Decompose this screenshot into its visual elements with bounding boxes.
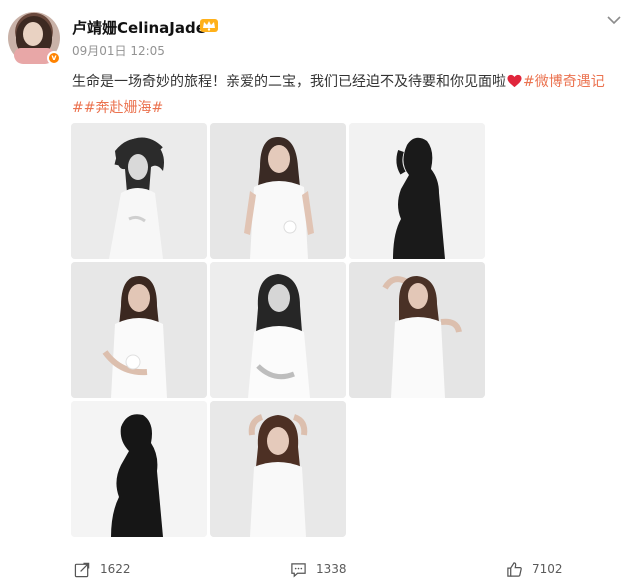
chevron-down-icon[interactable] bbox=[606, 14, 622, 26]
photo-thumbnail[interactable] bbox=[210, 262, 346, 398]
photo-thumbnail[interactable] bbox=[210, 401, 346, 537]
share-button[interactable]: 1622 bbox=[74, 556, 131, 582]
post-body-text: 生命是一场奇妙的旅程！亲爱的二宝，我们已经迫不及待要和你见面啦 bbox=[72, 74, 506, 90]
like-count: 7102 bbox=[532, 562, 563, 576]
hashtag-link[interactable]: ##奔赴姗海# bbox=[72, 100, 163, 116]
red-heart-icon bbox=[507, 74, 522, 88]
crown-icon[interactable] bbox=[199, 15, 219, 35]
comment-icon bbox=[291, 562, 306, 577]
comment-button[interactable]: 1338 bbox=[290, 556, 347, 582]
like-button[interactable]: 7102 bbox=[506, 556, 563, 582]
photo-thumbnail[interactable] bbox=[349, 123, 485, 259]
share-count: 1622 bbox=[100, 562, 131, 576]
photo-thumbnail[interactable] bbox=[349, 262, 485, 398]
photo-thumbnail[interactable] bbox=[71, 262, 207, 398]
verified-badge-icon: v bbox=[47, 51, 61, 65]
avatar-face bbox=[23, 22, 43, 46]
post-text: 生命是一场奇妙的旅程！亲爱的二宝，我们已经迫不及待要和你见面啦 #微博奇遇记 ##… bbox=[72, 69, 632, 121]
thumbs-up-icon bbox=[507, 561, 522, 577]
comment-count: 1338 bbox=[316, 562, 347, 576]
username[interactable]: 卢靖姗CelinaJade bbox=[72, 17, 206, 38]
post-timestamp[interactable]: 09月01日 12:05 bbox=[72, 42, 165, 59]
action-bar: 1622 1338 7102 bbox=[0, 556, 640, 582]
photo-thumbnail[interactable] bbox=[210, 123, 346, 259]
photo-thumbnail[interactable] bbox=[71, 401, 207, 537]
hashtag-link[interactable]: #微博奇遇记 bbox=[523, 74, 605, 90]
share-icon bbox=[74, 562, 90, 577]
photo-thumbnail[interactable] bbox=[71, 123, 207, 259]
avatar[interactable]: v bbox=[8, 12, 61, 65]
